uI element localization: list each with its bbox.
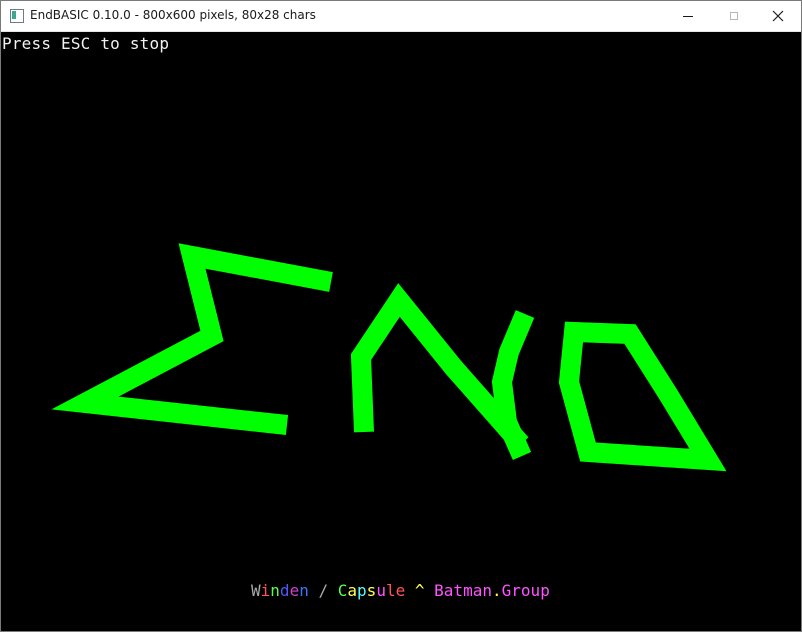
credits-char: W <box>251 581 261 600</box>
credits-char: n <box>270 581 280 600</box>
credits-char: e <box>289 581 300 600</box>
window-title: EndBASIC 0.10.0 - 800x600 pixels, 80x28 … <box>30 8 316 22</box>
close-button[interactable] <box>755 1 801 31</box>
endbasic-window: EndBASIC 0.10.0 - 800x600 pixels, 80x28 … <box>0 0 802 632</box>
credits-char: i <box>260 581 271 600</box>
console-screen[interactable]: Press ESC to stop Winden / Capsule ^ Bat… <box>1 32 801 631</box>
credits-char: C <box>337 581 348 600</box>
credits-char: d <box>279 581 290 600</box>
credits-char: s <box>366 581 377 600</box>
close-icon <box>772 10 784 22</box>
credits-char: l <box>385 581 396 600</box>
maximize-button[interactable] <box>711 1 757 31</box>
hook-stroke <box>491 310 535 461</box>
credits-char: u <box>530 581 541 600</box>
credits-char: . <box>491 581 502 600</box>
credits-char: o <box>520 581 531 600</box>
credits-char: n <box>482 581 492 600</box>
maximize-icon <box>730 12 738 20</box>
minimize-button[interactable] <box>665 1 711 31</box>
credits-char: a <box>443 581 454 600</box>
credits-char: a <box>472 581 483 600</box>
credits-char: p <box>540 581 550 600</box>
credits-char: t <box>453 581 464 600</box>
title-bar[interactable]: EndBASIC 0.10.0 - 800x600 pixels, 80x28 … <box>1 1 801 32</box>
app-icon <box>10 9 24 23</box>
credits-char: r <box>511 581 521 600</box>
sigma-stroke <box>51 243 333 435</box>
credits-char: B <box>434 581 444 600</box>
delta-stroke <box>558 321 727 472</box>
credits-char: n <box>299 581 309 600</box>
credits-char: p <box>357 581 367 600</box>
credits-char: ^ <box>405 581 435 600</box>
credits-line: Winden / Capsule ^ Batman.Group <box>251 581 550 600</box>
credits-char: e <box>395 581 406 600</box>
credits-char: / <box>308 581 338 600</box>
credits-char: G <box>501 581 512 600</box>
credits-char: a <box>347 581 358 600</box>
minimize-icon <box>683 15 693 17</box>
credits-char: m <box>463 581 473 600</box>
credits-char: u <box>376 581 386 600</box>
drawing-canvas <box>51 243 727 472</box>
